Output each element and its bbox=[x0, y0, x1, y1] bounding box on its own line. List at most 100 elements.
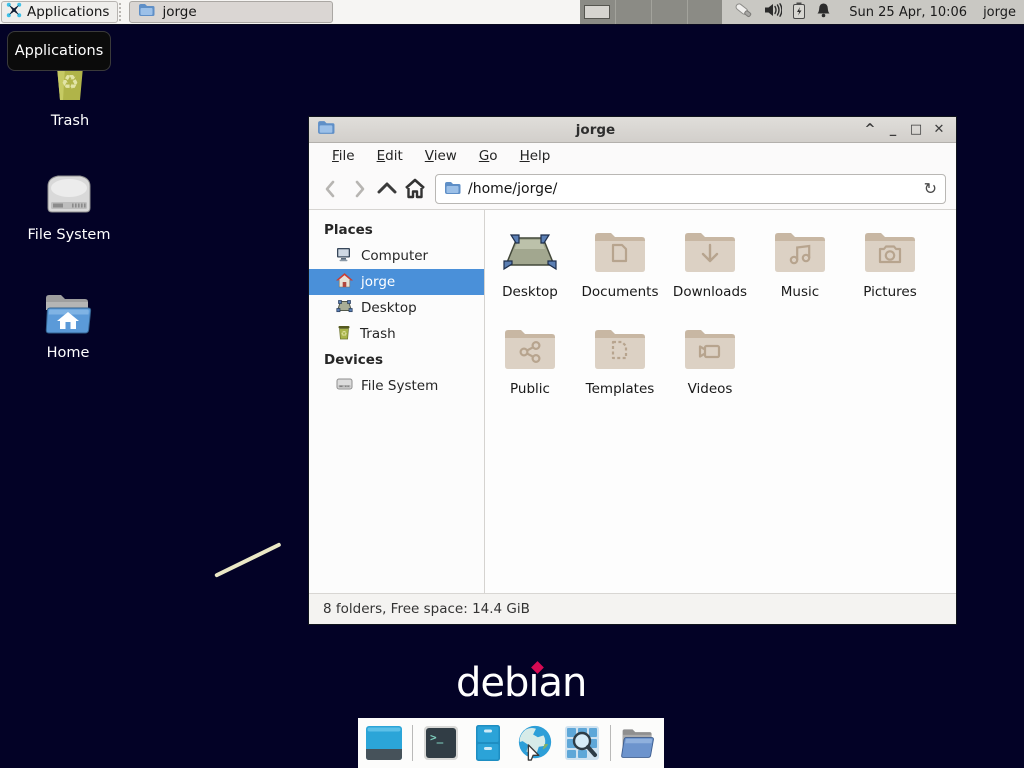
sidebar-header-places: Places bbox=[309, 217, 484, 243]
menu-help[interactable]: Help bbox=[511, 145, 560, 167]
up-button[interactable] bbox=[373, 175, 401, 203]
menu-view[interactable]: View bbox=[416, 145, 466, 167]
file-item-documents[interactable]: Documents bbox=[575, 224, 665, 321]
file-view[interactable]: Desktop Documents bbox=[485, 210, 956, 593]
applications-icon bbox=[6, 2, 22, 22]
terminal-icon[interactable]: >_ bbox=[422, 724, 460, 762]
workspace-2[interactable] bbox=[616, 0, 652, 24]
web-browser-icon[interactable] bbox=[516, 724, 554, 762]
desktop-surface-icon bbox=[498, 224, 562, 280]
notifications-bell-icon[interactable] bbox=[816, 2, 831, 22]
statusbar: 8 folders, Free space: 14.4 GiB bbox=[309, 593, 956, 624]
pictures-folder-icon bbox=[858, 224, 922, 280]
svg-text:♻: ♻ bbox=[341, 330, 347, 338]
folder-icon bbox=[138, 3, 155, 21]
home-folder-icon bbox=[40, 290, 96, 340]
sidebar-item-file-system[interactable]: File System bbox=[309, 373, 484, 399]
stray-line-artifact bbox=[214, 542, 281, 578]
window-folder-icon bbox=[317, 120, 335, 139]
sidebar-item-computer[interactable]: Computer bbox=[309, 243, 484, 269]
applications-menu-button[interactable]: Applications bbox=[1, 1, 118, 23]
music-folder-icon bbox=[768, 224, 832, 280]
battery-icon[interactable] bbox=[792, 2, 806, 23]
debian-wallpaper-logo: debıan bbox=[456, 660, 586, 706]
top-panel: Applications jorge bbox=[0, 0, 1024, 25]
applications-tooltip: Applications bbox=[7, 31, 111, 71]
sidebar-item-trash[interactable]: ♻ Trash bbox=[309, 321, 484, 347]
file-item-downloads[interactable]: Downloads bbox=[665, 224, 755, 321]
hard-drive-icon bbox=[40, 172, 98, 222]
videos-folder-icon bbox=[678, 321, 742, 377]
sidebar-item-jorge[interactable]: jorge bbox=[309, 269, 484, 295]
file-item-templates[interactable]: Templates bbox=[575, 321, 665, 418]
menu-go[interactable]: Go bbox=[470, 145, 507, 167]
file-label: Downloads bbox=[673, 284, 747, 300]
documents-folder-icon bbox=[588, 224, 652, 280]
file-label: Documents bbox=[582, 284, 659, 300]
svg-text:>_: >_ bbox=[430, 731, 444, 744]
desktop-mini-icon bbox=[336, 299, 353, 318]
drive-mini-icon bbox=[336, 377, 353, 395]
sidebar-item-label: Desktop bbox=[361, 300, 417, 316]
file-system-folder-icon[interactable] bbox=[619, 724, 657, 762]
volume-icon[interactable] bbox=[764, 2, 782, 22]
panel-clock[interactable]: Sun 25 Apr, 10:06 bbox=[849, 5, 967, 20]
system-tray: Sun 25 Apr, 10:06 jorge bbox=[722, 0, 1024, 24]
sidebar-item-desktop[interactable]: Desktop bbox=[309, 295, 484, 321]
stylus-icon[interactable] bbox=[732, 1, 754, 23]
minimize-button[interactable]: _ bbox=[884, 118, 902, 142]
desktop-icon-label: Home bbox=[47, 345, 90, 361]
file-label: Public bbox=[510, 381, 550, 397]
desktop-icon-file-system[interactable]: File System bbox=[13, 172, 125, 243]
reload-icon[interactable]: ↻ bbox=[924, 181, 937, 197]
window-title: jorge bbox=[335, 122, 856, 138]
workspace-4[interactable] bbox=[688, 0, 723, 24]
file-cabinet-icon[interactable] bbox=[469, 724, 507, 762]
file-label: Music bbox=[781, 284, 819, 300]
menubar: File Edit View Go Help bbox=[309, 143, 956, 169]
file-label: Videos bbox=[688, 381, 733, 397]
workspace-3[interactable] bbox=[652, 0, 688, 24]
path-input[interactable]: /home/jorge/ bbox=[468, 181, 917, 197]
dock-separator bbox=[610, 725, 611, 761]
desktop-icon-label: File System bbox=[28, 227, 111, 243]
shade-button[interactable]: ^ bbox=[861, 118, 879, 142]
sidebar-header-devices: Devices bbox=[309, 347, 484, 373]
templates-folder-icon bbox=[588, 321, 652, 377]
file-item-videos[interactable]: Videos bbox=[665, 321, 755, 418]
taskbar-window-label: jorge bbox=[162, 4, 196, 20]
back-button[interactable] bbox=[317, 175, 345, 203]
location-bar[interactable]: /home/jorge/ ↻ bbox=[435, 174, 946, 204]
desktop-icon-home[interactable]: Home bbox=[12, 290, 124, 361]
home-icon bbox=[336, 273, 353, 292]
downloads-folder-icon bbox=[678, 224, 742, 280]
debian-logo-text: debıan bbox=[456, 660, 586, 706]
sidebar: Places Computer bbox=[309, 210, 485, 593]
show-desktop-icon[interactable] bbox=[365, 724, 403, 762]
file-item-music[interactable]: Music bbox=[755, 224, 845, 321]
file-label: Desktop bbox=[502, 284, 558, 300]
tooltip-text: Applications bbox=[15, 43, 104, 59]
home-button[interactable] bbox=[401, 175, 429, 203]
close-button[interactable]: ✕ bbox=[930, 118, 948, 142]
file-item-desktop[interactable]: Desktop bbox=[485, 224, 575, 321]
status-text: 8 folders, Free space: 14.4 GiB bbox=[323, 601, 530, 617]
window-titlebar[interactable]: jorge ^ _ □ ✕ bbox=[309, 117, 956, 143]
workspace-1[interactable] bbox=[580, 0, 616, 24]
sidebar-item-label: Trash bbox=[360, 326, 396, 342]
public-folder-icon bbox=[498, 321, 562, 377]
file-item-pictures[interactable]: Pictures bbox=[845, 224, 935, 321]
panel-username: jorge bbox=[983, 5, 1016, 20]
taskbar-window-button[interactable]: jorge bbox=[129, 1, 333, 23]
menu-edit[interactable]: Edit bbox=[368, 145, 412, 167]
workspace-window-thumb bbox=[584, 5, 610, 19]
maximize-button[interactable]: □ bbox=[907, 118, 925, 142]
menu-file[interactable]: File bbox=[323, 145, 364, 167]
applications-label: Applications bbox=[27, 4, 109, 20]
app-finder-icon[interactable] bbox=[563, 724, 601, 762]
panel-handle[interactable] bbox=[119, 3, 126, 21]
forward-button[interactable] bbox=[345, 175, 373, 203]
trash-mini-icon: ♻ bbox=[336, 325, 352, 344]
file-item-public[interactable]: Public bbox=[485, 321, 575, 418]
sidebar-item-label: File System bbox=[361, 378, 438, 394]
